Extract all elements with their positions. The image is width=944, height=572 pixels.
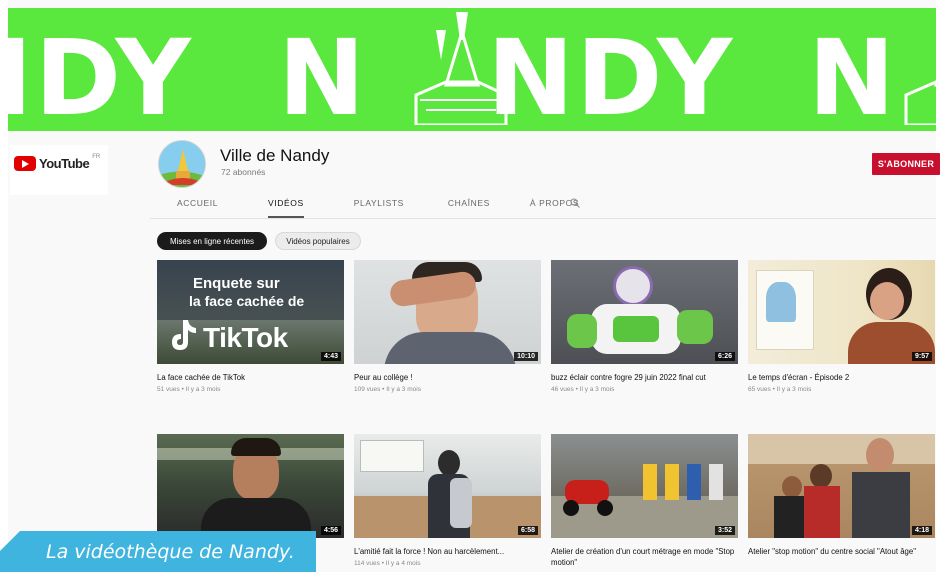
- banner-text: IDY: [8, 17, 193, 131]
- tabs-divider: [150, 218, 936, 219]
- video-title[interactable]: L'amitié fait la force ! Non au harcèlem…: [354, 547, 541, 558]
- video-duration: 4:18: [911, 526, 932, 535]
- video-duration: 4:43: [320, 352, 341, 361]
- tab-home[interactable]: ACCUEIL: [177, 194, 218, 218]
- subscriber-count: 72 abonnés: [221, 167, 266, 177]
- video-title[interactable]: La face cachée de TikTok: [157, 373, 344, 384]
- chip-popular[interactable]: Vidéos populaires: [275, 232, 361, 250]
- video-title[interactable]: buzz éclair contre fogre 29 juin 2022 fi…: [551, 373, 738, 384]
- church-steeple-icon: [904, 79, 936, 125]
- video-meta: 114 vues • Il y a 4 mois: [354, 559, 421, 567]
- church-logo-icon: [159, 141, 205, 187]
- video-thumbnail[interactable]: 10:10: [354, 260, 541, 364]
- video-meta: 46 vues • Il y a 3 mois: [551, 385, 615, 393]
- video-thumbnail[interactable]: 6:26: [551, 260, 738, 364]
- chip-recent[interactable]: Mises en ligne récentes: [157, 232, 267, 250]
- video-thumbnail[interactable]: 6:58: [354, 434, 541, 538]
- youtube-play-icon: [14, 156, 36, 171]
- video-duration: 6:26: [714, 352, 735, 361]
- video-thumbnail[interactable]: 9:57: [748, 260, 935, 364]
- channel-tabs: ACCUEIL VIDÉOS PLAYLISTS CHAÎNES À PROPO…: [158, 194, 579, 218]
- channel-banner: IDY N NDY N: [8, 8, 936, 131]
- video-duration: 4:56: [320, 526, 341, 535]
- video-thumbnail[interactable]: 4:18: [748, 434, 935, 538]
- video-card[interactable]: 6:58 L'amitié fait la force ! Non au har…: [354, 434, 541, 567]
- video-meta: 51 vues • Il y a 3 mois: [157, 385, 221, 393]
- video-title[interactable]: Atelier de création d'un court métrage e…: [551, 547, 738, 568]
- channel-avatar[interactable]: [158, 140, 206, 188]
- video-card[interactable]: 4:18 Atelier "stop motion" du centre soc…: [748, 434, 935, 560]
- frame-left: [0, 0, 8, 572]
- tab-playlists[interactable]: PLAYLISTS: [354, 194, 404, 218]
- video-card[interactable]: 4:56: [157, 434, 344, 547]
- video-title[interactable]: Atelier "stop motion" du centre social "…: [748, 547, 935, 558]
- video-card[interactable]: 9:57 Le temps d'écran - Épisode 2 65 vue…: [748, 260, 935, 393]
- thumbnail-text: Enquete sur: [193, 275, 280, 292]
- video-duration: 10:10: [514, 352, 538, 361]
- tab-videos[interactable]: VIDÉOS: [268, 194, 304, 218]
- banner-text: N: [808, 17, 898, 131]
- youtube-region: FR: [92, 154, 101, 160]
- video-meta: 65 vues • Il y a 3 mois: [748, 385, 812, 393]
- video-title[interactable]: Peur au collège !: [354, 373, 541, 384]
- church-steeple-icon: [414, 12, 508, 125]
- video-duration: 9:57: [911, 352, 932, 361]
- channel-name: Ville de Nandy: [220, 146, 330, 165]
- video-duration: 3:52: [714, 526, 735, 535]
- youtube-logo[interactable]: YouTube FR: [14, 154, 101, 171]
- search-icon[interactable]: [570, 198, 580, 208]
- video-thumbnail[interactable]: Enquete sur la face cachée de TikTok 4:4…: [157, 260, 344, 364]
- frame-right: [936, 0, 944, 572]
- video-card[interactable]: 10:10 Peur au collège ! 109 vues • Il y …: [354, 260, 541, 393]
- video-thumbnail[interactable]: 4:56: [157, 434, 344, 538]
- thumbnail-text: TikTok: [203, 322, 288, 353]
- tiktok-icon: [172, 320, 196, 350]
- thumbnail-text: la face cachée de: [189, 293, 305, 309]
- video-card[interactable]: Enquete sur la face cachée de TikTok 4:4…: [157, 260, 344, 393]
- video-duration: 6:58: [517, 526, 538, 535]
- youtube-wordmark: YouTube: [39, 156, 90, 171]
- video-meta: 109 vues • Il y a 3 mois: [354, 385, 421, 393]
- screenshot-root: IDY N NDY N YouTube FR Ville de Nandy 72…: [0, 0, 944, 572]
- video-card[interactable]: 3:52 Atelier de création d'un court métr…: [551, 434, 738, 570]
- video-card[interactable]: 6:26 buzz éclair contre fogre 29 juin 20…: [551, 260, 738, 393]
- caption-text: La vidéothèque de Nandy.: [46, 540, 295, 563]
- video-thumbnail[interactable]: 3:52: [551, 434, 738, 538]
- caption-banner: La vidéothèque de Nandy.: [0, 531, 316, 572]
- video-title[interactable]: Le temps d'écran - Épisode 2: [748, 373, 935, 384]
- tab-channels[interactable]: CHAÎNES: [448, 194, 490, 218]
- subscribe-button[interactable]: S'ABONNER: [872, 153, 940, 175]
